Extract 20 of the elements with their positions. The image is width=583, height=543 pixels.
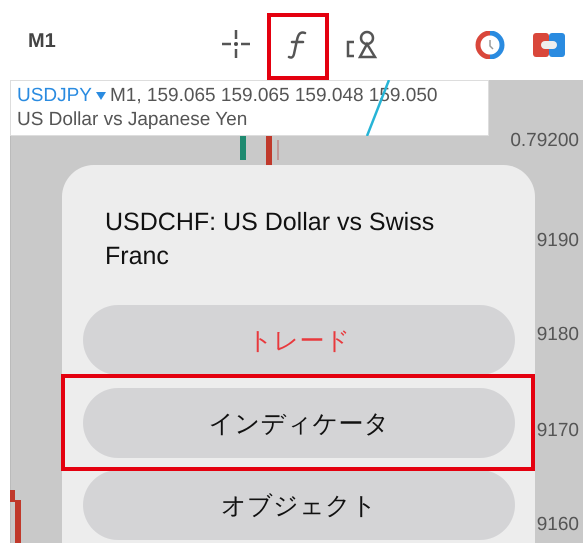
highlight-frame [267,13,329,80]
symbol-description: US Dollar vs Japanese Yen [17,109,248,131]
action-button[interactable]: オブジェクト [83,470,515,540]
price-label: 9170 [536,420,579,442]
shapes-icon[interactable] [345,28,379,60]
price-label: 9190 [536,230,579,252]
price-label: 0.79200 [510,130,579,152]
crosshair-icon[interactable] [220,28,252,60]
candle-icon [10,490,22,543]
action-button[interactable]: インディケータ [83,388,515,458]
price-label: 9160 [536,514,579,536]
dropdown-caret-icon[interactable] [96,92,106,100]
toggle-icon[interactable] [533,33,565,57]
symbol-label[interactable]: USDJPY [17,85,92,107]
clock-icon[interactable] [474,31,506,59]
sheet-title: USDCHF: US Dollar vs Swiss Franc [105,207,436,272]
timeframe-label[interactable]: M1 [28,30,56,53]
function-icon[interactable] [287,30,309,60]
candlestick-drawing [240,136,280,166]
price-label: 9180 [536,324,579,346]
